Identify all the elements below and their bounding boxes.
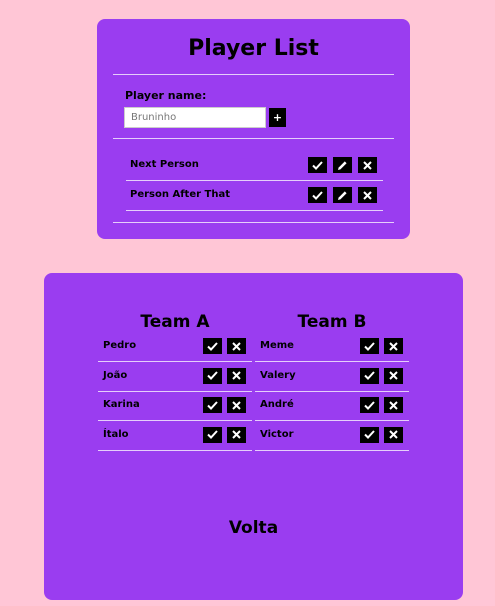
confirm-member-button[interactable] [203, 338, 222, 354]
remove-player-button[interactable] [358, 157, 377, 173]
close-icon [232, 371, 241, 380]
team-member-name: Valery [260, 369, 296, 381]
check-icon [364, 371, 375, 380]
confirm-member-button[interactable] [360, 426, 379, 443]
close-icon [389, 341, 398, 351]
player-name-label: Player name: [125, 89, 207, 102]
team-member-row: Pedro [98, 338, 246, 354]
confirm-member-button[interactable] [203, 426, 222, 443]
row-divider [255, 361, 409, 362]
close-icon [389, 371, 398, 380]
close-icon [232, 341, 241, 351]
pencil-icon [338, 190, 347, 200]
check-icon [207, 400, 218, 410]
team-member-row: Karina [98, 397, 246, 413]
player-list-title: Player List [188, 36, 319, 61]
teams-card: Team A Team B Pedro João Karina Ítalo Meme V… [44, 273, 463, 600]
player-row: Person After That [130, 187, 383, 203]
player-row: Next Person [130, 157, 383, 173]
check-icon [207, 430, 218, 439]
player-name: Person After That [130, 189, 230, 200]
close-icon [389, 400, 398, 410]
team-member-row: Valery [255, 367, 403, 384]
check-icon [364, 430, 375, 439]
remove-member-button[interactable] [384, 397, 403, 413]
team-member-name: João [103, 369, 128, 381]
confirm-member-button[interactable] [360, 338, 379, 354]
team-member-row: João [98, 367, 246, 384]
remove-member-button[interactable] [227, 426, 246, 443]
player-name: Next Person [130, 159, 199, 170]
remove-player-button[interactable] [358, 187, 377, 203]
team-member-row: Ítalo [98, 426, 246, 443]
remove-member-button[interactable] [227, 397, 246, 413]
remove-member-button[interactable] [384, 367, 403, 384]
row-divider [98, 390, 252, 392]
volta-label[interactable]: Volta [44, 518, 463, 538]
team-member-name: Victor [260, 428, 294, 440]
close-icon [363, 160, 372, 170]
row-divider [126, 180, 383, 181]
team-member-name: Meme [260, 340, 294, 351]
row-divider [98, 361, 252, 362]
pencil-icon [338, 160, 347, 170]
check-icon [207, 341, 218, 351]
check-icon [312, 190, 323, 200]
team-member-row: Victor [255, 426, 403, 443]
team-member-row: André [255, 397, 403, 413]
row-divider [98, 449, 252, 451]
add-player-button[interactable]: + [269, 108, 286, 127]
team-a-title: Team A [140, 312, 210, 332]
edit-player-button[interactable] [333, 187, 352, 203]
confirm-member-button[interactable] [360, 367, 379, 384]
player-list-card: Player List Player name: + Next Person P… [97, 19, 410, 239]
team-member-name: Karina [103, 399, 140, 410]
team-member-name: Ítalo [103, 428, 129, 440]
check-icon [207, 371, 218, 380]
row-divider [255, 420, 409, 421]
player-name-input[interactable] [124, 107, 266, 128]
check-icon [312, 160, 323, 170]
remove-member-button[interactable] [384, 338, 403, 354]
row-divider [98, 420, 252, 421]
team-member-row: Meme [255, 338, 403, 354]
team-member-name: André [260, 399, 294, 410]
confirm-player-button[interactable] [308, 187, 327, 203]
team-member-name: Pedro [103, 340, 137, 351]
close-icon [232, 430, 241, 439]
check-icon [364, 400, 375, 410]
row-divider [255, 449, 409, 451]
remove-member-button[interactable] [227, 338, 246, 354]
edit-player-button[interactable] [333, 157, 352, 173]
check-icon [364, 341, 375, 351]
row-divider [126, 210, 383, 211]
confirm-member-button[interactable] [360, 397, 379, 413]
remove-member-button[interactable] [384, 426, 403, 443]
close-icon [363, 190, 372, 200]
confirm-member-button[interactable] [203, 367, 222, 384]
divider [113, 74, 394, 75]
close-icon [389, 430, 398, 439]
divider [113, 222, 394, 223]
confirm-player-button[interactable] [308, 157, 327, 173]
close-icon [232, 400, 241, 410]
divider [113, 138, 394, 139]
team-b-title: Team B [297, 312, 367, 332]
row-divider [255, 390, 409, 392]
remove-member-button[interactable] [227, 367, 246, 384]
confirm-member-button[interactable] [203, 397, 222, 413]
